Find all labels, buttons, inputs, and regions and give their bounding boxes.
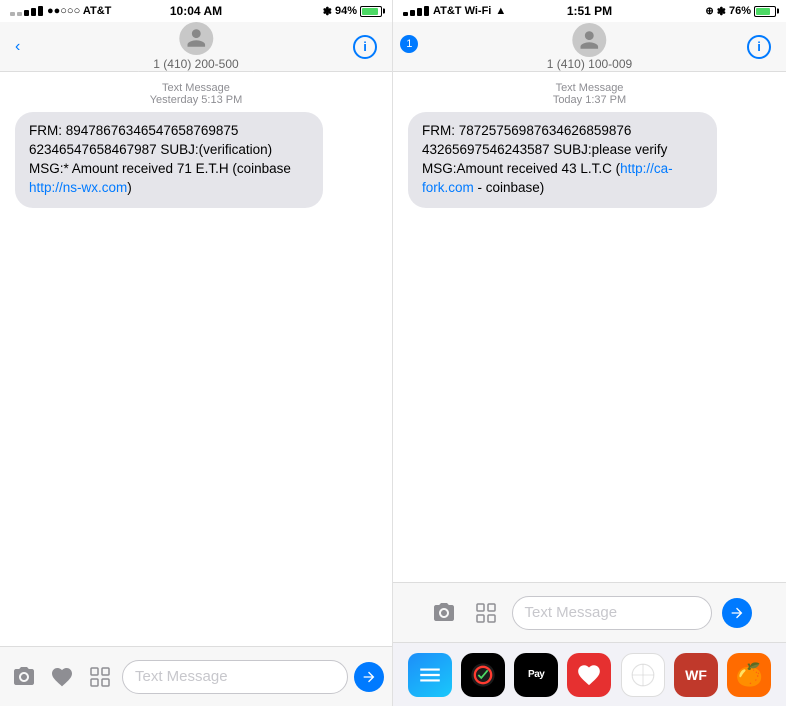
contact-number-2: 1 (410) 100-009: [547, 57, 632, 71]
status-bar-left-2: AT&T Wi-Fi ▲: [403, 5, 506, 17]
camera-button-1[interactable]: [8, 661, 40, 693]
bottom-toolbar-2: Text Message: [393, 582, 786, 642]
safari-dock-icon[interactable]: [621, 653, 665, 697]
activity-dock-icon[interactable]: [461, 653, 505, 697]
applepay-dock-icon[interactable]: Pay: [514, 653, 558, 697]
phone-1: ●●○○○ AT&T 10:04 AM ✽ 94% ‹ 1 (410) 200-…: [0, 0, 393, 706]
wf-dock-icon[interactable]: WF: [674, 653, 718, 697]
appstore-dock-icon[interactable]: [408, 653, 452, 697]
status-bar-right-1: ✽ 94%: [323, 5, 382, 18]
status-bar-right-2: ⊕ ✽ 76%: [705, 5, 776, 18]
avatar-1: [179, 22, 213, 55]
nav-center-2: 1 (410) 100-009: [547, 23, 632, 71]
heartrate-dock-icon[interactable]: [567, 653, 611, 697]
carrier-1: ●●○○○ AT&T: [47, 5, 111, 17]
back-btn-container-2: ‹ 1: [408, 38, 413, 56]
message-label-2: Text Message Today 1:37 PM: [553, 82, 626, 106]
wifi-icon-2: ▲: [495, 5, 506, 17]
send-icon-1: [361, 669, 377, 685]
heart-icon-1: [50, 665, 74, 689]
message-bubble-2: FRM: 78725756987634626859876 43265697546…: [408, 112, 717, 208]
carrier-2: AT&T Wi-Fi: [433, 5, 491, 17]
info-button-1[interactable]: i: [353, 35, 377, 59]
send-icon-2: [729, 605, 745, 621]
send-button-2[interactable]: [722, 598, 752, 628]
contact-number-1: 1 (410) 200-500: [153, 57, 238, 71]
message-label-1: Text Message Yesterday 5:13 PM: [150, 82, 243, 106]
badge-count-2: 1: [400, 35, 418, 53]
battery-pct-1: 94%: [335, 5, 357, 17]
avatar-2: [573, 23, 607, 57]
messages-area-1: Text Message Yesterday 5:13 PM FRM: 8947…: [0, 72, 392, 646]
nav-bar-2: ‹ 1 1 (410) 100-009 i: [393, 22, 786, 72]
nav-bar-1: ‹ 1 (410) 200-500 i: [0, 22, 392, 72]
info-icon-2: i: [757, 39, 761, 54]
message-text-1: FRM: 89478676346547658769875 62346547658…: [29, 123, 291, 195]
appstore-icon-1: [88, 665, 112, 689]
status-time-2: 1:51 PM: [567, 4, 612, 18]
appstore-button-1[interactable]: [84, 661, 116, 693]
message-link-2[interactable]: http://ca-fork.com: [422, 161, 673, 195]
person-icon-1: [185, 27, 207, 49]
message-text-2: FRM: 78725756987634626859876 43265697546…: [422, 123, 673, 195]
info-icon-1: i: [363, 39, 367, 54]
text-input-2[interactable]: Text Message: [512, 596, 712, 630]
appstore-button-2[interactable]: [470, 597, 502, 629]
send-button-1[interactable]: [354, 662, 384, 692]
heart-button-1[interactable]: [46, 661, 78, 693]
camera-button-2[interactable]: [428, 597, 460, 629]
text-input-placeholder-1: Text Message: [135, 668, 228, 685]
battery-icon-2: [754, 6, 776, 17]
camera-icon-1: [12, 665, 36, 689]
appstore-icon-2: [474, 601, 498, 625]
battery-icon-1: [360, 6, 382, 17]
info-button-2[interactable]: i: [747, 35, 771, 59]
app-dock-2: Pay WF 🍊: [393, 642, 786, 706]
back-chevron-icon-1: ‹: [15, 38, 20, 56]
message-link-1[interactable]: http://ns-wx.com: [29, 180, 127, 195]
messages-area-2: Text Message Today 1:37 PM FRM: 78725756…: [393, 72, 786, 582]
text-input-placeholder-2: Text Message: [525, 604, 618, 621]
camera-icon-2: [432, 601, 456, 625]
status-time-1: 10:04 AM: [170, 4, 222, 18]
bluetooth-icon-1: ✽: [323, 5, 332, 18]
fruit-dock-icon[interactable]: 🍊: [727, 653, 771, 697]
person-icon-2: [579, 29, 601, 51]
bluetooth-icon-2: ✽: [717, 5, 726, 18]
battery-pct-2: 76%: [729, 5, 751, 17]
back-button-1[interactable]: ‹: [15, 38, 20, 56]
status-bar-2: AT&T Wi-Fi ▲ 1:51 PM ⊕ ✽ 76%: [393, 0, 786, 22]
bottom-toolbar-1: Text Message: [0, 646, 392, 706]
message-bubble-1: FRM: 89478676346547658769875 62346547658…: [15, 112, 323, 208]
signal-icon-1: [10, 6, 43, 16]
signal-icon-2: [403, 6, 429, 16]
status-bar-1: ●●○○○ AT&T 10:04 AM ✽ 94%: [0, 0, 392, 22]
status-bar-left-1: ●●○○○ AT&T: [10, 5, 111, 17]
location-icon-2: ⊕: [705, 6, 713, 17]
text-input-1[interactable]: Text Message: [122, 660, 348, 694]
phone-2: AT&T Wi-Fi ▲ 1:51 PM ⊕ ✽ 76% ‹ 1: [393, 0, 786, 706]
